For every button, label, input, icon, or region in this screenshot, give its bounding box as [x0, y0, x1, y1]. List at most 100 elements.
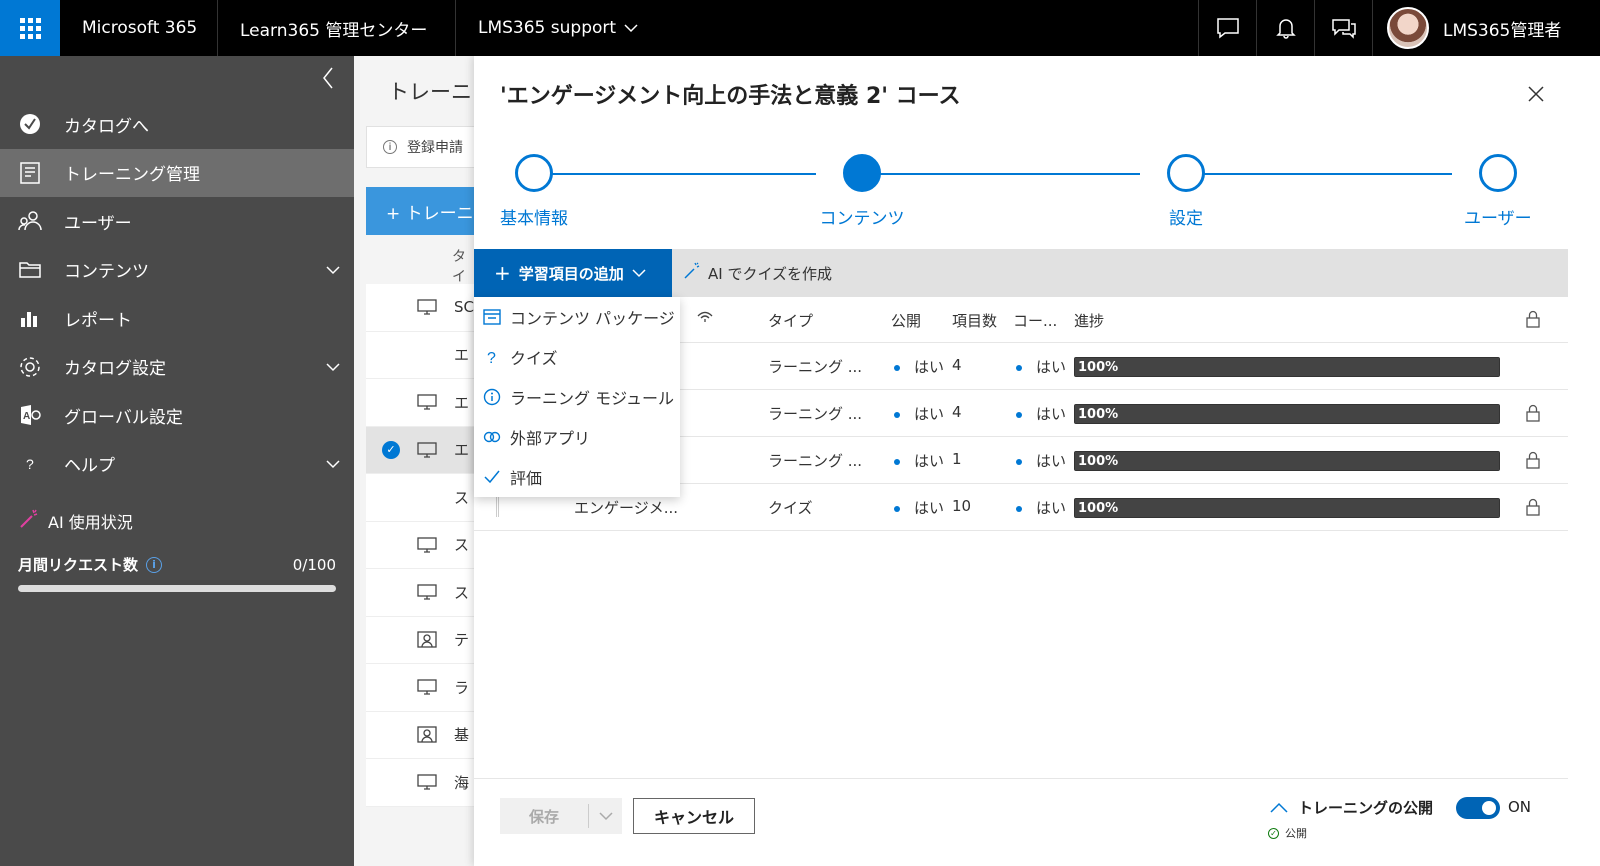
collapse-nav-button[interactable]: [316, 64, 340, 92]
menu-item-2[interactable]: ラーニング モジュール: [474, 377, 680, 417]
app-title[interactable]: Learn365 管理センター: [218, 0, 456, 56]
ai-usage[interactable]: AI 使用状況: [18, 508, 133, 534]
sidebar-item-6[interactable]: A グローバル設定: [0, 391, 354, 440]
ai-quiz-button[interactable]: AI でクイズを作成: [682, 261, 832, 285]
chat-button[interactable]: [1198, 0, 1256, 56]
row-title[interactable]: エンゲージメ...: [574, 497, 678, 518]
chevron-down-icon[interactable]: [589, 811, 622, 821]
menu-item-4[interactable]: 評価: [474, 457, 680, 497]
step-2-label[interactable]: 設定: [1169, 204, 1203, 229]
notifications-button[interactable]: [1256, 0, 1314, 56]
step-1-label[interactable]: コンテンツ: [820, 204, 905, 229]
column-header-type[interactable]: タイプ: [768, 310, 813, 331]
publish-toggle[interactable]: [1456, 797, 1500, 819]
lock-icon[interactable]: [1526, 498, 1540, 516]
publish-status-text: 公開: [1285, 827, 1307, 840]
step-connector: [546, 173, 816, 175]
step-0-label[interactable]: 基本情報: [500, 204, 568, 229]
svg-text:?: ?: [26, 456, 34, 472]
chevron-down-icon[interactable]: [326, 260, 340, 280]
list-item-title: 基: [454, 726, 470, 745]
sidebar-item-2[interactable]: ユーザー: [0, 197, 354, 246]
folder-icon: [416, 346, 438, 364]
chevron-down-icon[interactable]: [326, 454, 340, 474]
app-launcher-button[interactable]: [0, 0, 60, 56]
question-icon: ?: [482, 347, 502, 367]
cancel-button[interactable]: キャンセル: [633, 798, 755, 834]
menu-item-3[interactable]: 外部アプリ: [474, 417, 680, 457]
step-3-label[interactable]: ユーザー: [1464, 204, 1532, 229]
row-type: ラーニング ...: [768, 452, 863, 470]
list-item[interactable]: ✓ エ: [366, 426, 474, 474]
sidebar-item-3[interactable]: コンテンツ: [0, 246, 354, 295]
step-3-circle[interactable]: [1479, 154, 1517, 192]
step-1-circle[interactable]: [843, 154, 881, 192]
visibility-icon[interactable]: [696, 310, 714, 330]
feedback-button[interactable]: [1314, 0, 1372, 56]
sidebar-item-5[interactable]: カタログ設定: [0, 343, 354, 392]
list-item[interactable]: ス: [366, 569, 474, 617]
progress-value: 100%: [1078, 407, 1119, 422]
sidebar-item-7[interactable]: ? ヘルプ: [0, 440, 354, 489]
monitor-icon: [416, 583, 438, 601]
row-course: はい: [1016, 497, 1066, 518]
save-button[interactable]: 保存: [500, 798, 622, 834]
info-icon: [482, 387, 502, 407]
user-menu[interactable]: LMS365管理者: [1372, 0, 1600, 56]
left-nav: カタログへ トレーニング管理ユーザーコンテンツレポート カタログ設定 A グローバル設定…: [0, 56, 354, 866]
column-header-progress[interactable]: 進捗: [1074, 310, 1104, 331]
notice-bar: i 登録申請: [366, 126, 474, 168]
list-item[interactable]: 基: [366, 712, 474, 759]
svg-text:?: ?: [487, 350, 496, 366]
user-name: LMS365管理者: [1443, 20, 1562, 41]
sidebar-item-label: コンテンツ: [64, 262, 149, 283]
lock-icon[interactable]: [1526, 451, 1540, 469]
column-header-title[interactable]: タイ: [452, 246, 474, 286]
lock-icon[interactable]: [1526, 404, 1540, 422]
list-item[interactable]: エ: [366, 332, 474, 379]
sidebar-item-label: グローバル設定: [64, 407, 183, 428]
sidebar-item-1[interactable]: トレーニング管理: [0, 148, 354, 197]
brand-link[interactable]: Microsoft 365: [60, 0, 218, 56]
selected-check-icon[interactable]: ✓: [382, 440, 400, 459]
step-0-circle[interactable]: [515, 154, 553, 192]
save-label: 保存: [528, 807, 559, 826]
drag-handle[interactable]: [496, 497, 499, 517]
list-item[interactable]: エ: [366, 379, 474, 427]
info-icon[interactable]: i: [146, 556, 163, 573]
add-training-button[interactable]: + トレーニング: [366, 187, 474, 235]
publish-label: トレーニングの公開: [1298, 799, 1434, 817]
column-header-course[interactable]: コー...: [1013, 310, 1057, 331]
list-item[interactable]: SC: [366, 284, 474, 332]
chevron-up-icon: [1270, 802, 1288, 813]
close-button[interactable]: [1526, 84, 1546, 104]
chevron-down-icon: [632, 269, 646, 278]
list-item[interactable]: ラ: [366, 664, 474, 712]
page-scrollbar[interactable]: [1568, 56, 1600, 866]
column-header-published[interactable]: 公開: [891, 310, 921, 331]
sidebar-item-label: ユーザー: [64, 213, 132, 234]
progress-value: 100%: [1078, 454, 1119, 469]
row-items: 4: [952, 356, 962, 374]
checkmark-circle-icon: ✓: [1268, 827, 1279, 839]
list-item[interactable]: ス: [366, 474, 474, 522]
monthly-requests-bar: [18, 585, 336, 592]
org-selector[interactable]: LMS365 support: [456, 0, 660, 56]
column-header-items[interactable]: 項目数: [952, 310, 997, 331]
link-icon: [482, 427, 502, 447]
sidebar-item-0[interactable]: カタログへ: [0, 100, 354, 149]
menu-item-1[interactable]: ? クイズ: [474, 337, 680, 377]
classroom-icon: [416, 726, 438, 744]
step-2-circle[interactable]: [1167, 154, 1205, 192]
list-item[interactable]: テ: [366, 617, 474, 664]
sidebar-item-4[interactable]: レポート: [0, 294, 354, 343]
row-type: ラーニング ...: [768, 358, 863, 376]
list-item[interactable]: ス: [366, 522, 474, 569]
add-learning-item-button[interactable]: + 学習項目の追加: [474, 249, 672, 297]
publish-section[interactable]: トレーニングの公開: [1270, 797, 1433, 818]
chevron-down-icon[interactable]: [326, 357, 340, 377]
row-items: 4: [952, 403, 962, 421]
list-item[interactable]: 海: [366, 759, 474, 807]
menu-item-0[interactable]: コンテンツ パッケージ: [474, 297, 680, 337]
row-published: はい: [894, 497, 944, 518]
